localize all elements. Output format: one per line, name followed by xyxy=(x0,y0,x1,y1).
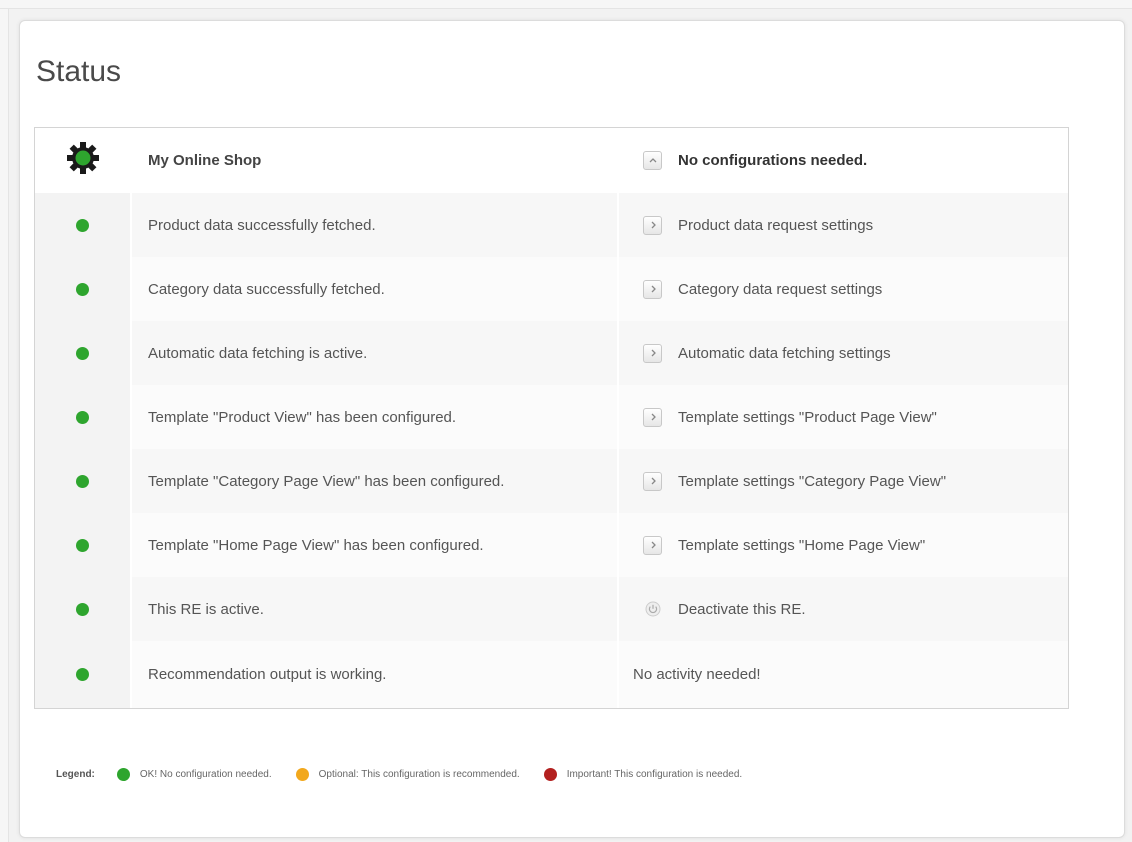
status-ok-dot-icon xyxy=(76,218,89,232)
status-message: Template "Product View" has been configu… xyxy=(132,385,619,449)
status-ok-dot-icon xyxy=(76,410,89,424)
status-cell xyxy=(35,513,132,577)
config-status: No configurations needed. xyxy=(678,151,868,169)
status-ok-dot-icon xyxy=(116,767,130,781)
status-message: Category data successfully fetched. xyxy=(132,257,619,321)
table-row: Template "Product View" has been configu… xyxy=(35,385,1068,449)
window-top-edge xyxy=(0,0,1132,9)
status-ok-dot-icon xyxy=(76,282,89,296)
status-ok-dot-icon xyxy=(76,538,89,552)
legend: Legend: OK! No configuration needed. Opt… xyxy=(56,765,766,783)
legend-label: Important! This configuration is needed. xyxy=(566,768,743,780)
product-template-settings-link[interactable]: Template settings "Product Page View" xyxy=(619,385,1068,449)
status-table: My Online Shop No configurations needed.… xyxy=(34,127,1069,709)
chevron-right-icon[interactable] xyxy=(643,215,662,235)
status-message: Template "Home Page View" has been confi… xyxy=(132,513,619,577)
status-important-dot-icon xyxy=(543,767,557,781)
legend-label: Optional: This configuration is recommen… xyxy=(318,768,520,780)
power-icon[interactable] xyxy=(643,600,662,619)
header-icon-cell xyxy=(35,128,132,192)
category-template-settings-link[interactable]: Template settings "Category Page View" xyxy=(619,449,1068,513)
action-label[interactable]: Product data request settings xyxy=(678,217,873,234)
table-row: Recommendation output is working. No act… xyxy=(35,641,1068,708)
status-cell xyxy=(35,385,132,449)
legend-item-important: Important! This configuration is needed. xyxy=(543,767,743,781)
status-message: This RE is active. xyxy=(132,577,619,641)
chevron-right-icon[interactable] xyxy=(643,407,662,427)
page-title: Status xyxy=(36,55,122,88)
status-cell xyxy=(35,641,132,708)
chevron-up-icon[interactable] xyxy=(643,150,662,170)
status-optional-dot-icon xyxy=(295,767,309,781)
no-activity-text: No activity needed! xyxy=(633,666,761,683)
table-row: Template "Home Page View" has been confi… xyxy=(35,513,1068,577)
shop-name: My Online Shop xyxy=(132,128,619,192)
chevron-right-icon[interactable] xyxy=(643,535,662,555)
status-cell xyxy=(35,193,132,257)
gear-icon xyxy=(66,141,100,180)
home-template-settings-link[interactable]: Template settings "Home Page View" xyxy=(619,513,1068,577)
action-label[interactable]: Category data request settings xyxy=(678,281,882,298)
status-message: Automatic data fetching is active. xyxy=(132,321,619,385)
action-label[interactable]: Template settings "Home Page View" xyxy=(678,537,925,554)
action-label[interactable]: Deactivate this RE. xyxy=(678,601,806,618)
table-row: This RE is active. Deactivate this RE. xyxy=(35,577,1068,641)
table-row: Automatic data fetching is active. Autom… xyxy=(35,321,1068,385)
category-data-settings-link[interactable]: Category data request settings xyxy=(619,257,1068,321)
status-cell xyxy=(35,257,132,321)
chevron-right-icon[interactable] xyxy=(643,471,662,491)
status-message: Product data successfully fetched. xyxy=(132,193,619,257)
status-cell xyxy=(35,321,132,385)
table-row: Category data successfully fetched. Cate… xyxy=(35,257,1068,321)
status-ok-dot-icon xyxy=(76,668,89,681)
action-label[interactable]: Template settings "Category Page View" xyxy=(678,473,946,490)
status-message: Template "Category Page View" has been c… xyxy=(132,449,619,513)
status-ok-dot-icon xyxy=(76,346,89,360)
table-row: Template "Category Page View" has been c… xyxy=(35,449,1068,513)
shop-header-row: My Online Shop No configurations needed. xyxy=(35,128,1068,192)
product-data-settings-link[interactable]: Product data request settings xyxy=(619,193,1068,257)
legend-label: OK! No configuration needed. xyxy=(139,768,272,780)
legend-title: Legend: xyxy=(56,768,95,780)
auto-fetch-settings-link[interactable]: Automatic data fetching settings xyxy=(619,321,1068,385)
status-cell xyxy=(35,577,132,641)
table-row: Product data successfully fetched. Produ… xyxy=(35,193,1068,257)
legend-item-optional: Optional: This configuration is recommen… xyxy=(295,767,520,781)
status-cell xyxy=(35,449,132,513)
window-left-edge xyxy=(0,9,9,842)
chevron-right-icon[interactable] xyxy=(643,343,662,363)
status-ok-dot-icon xyxy=(76,602,89,616)
chevron-right-icon[interactable] xyxy=(643,279,662,299)
action-label[interactable]: Template settings "Product Page View" xyxy=(678,409,937,426)
action-label[interactable]: Automatic data fetching settings xyxy=(678,345,891,362)
config-status-cell: No configurations needed. xyxy=(619,128,1068,192)
status-ok-dot-icon xyxy=(76,474,89,488)
status-message: Recommendation output is working. xyxy=(132,641,619,708)
deactivate-re-link[interactable]: Deactivate this RE. xyxy=(619,577,1068,641)
legend-item-ok: OK! No configuration needed. xyxy=(116,767,272,781)
no-activity-cell: No activity needed! xyxy=(619,641,1068,708)
